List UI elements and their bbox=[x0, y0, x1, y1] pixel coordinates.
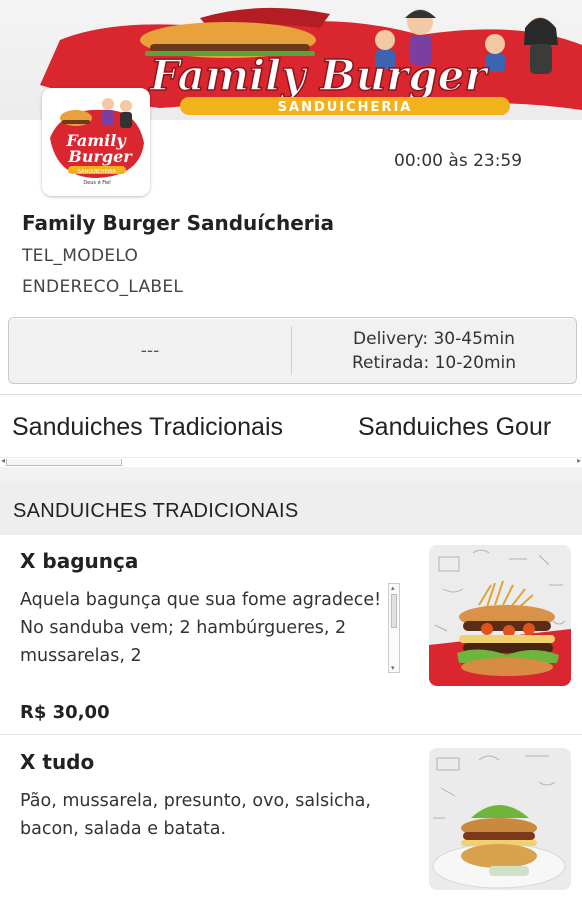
section-header: SANDUICHES TRADICIONAIS bbox=[0, 481, 582, 535]
product-description: Pão, mussarela, presunto, ovo, salsicha,… bbox=[20, 791, 371, 839]
category-tabs: Sanduiches Tradicionais Sanduiches Gour bbox=[0, 394, 582, 466]
tab-sanduiches-gourmet[interactable]: Sanduiches Gour bbox=[358, 413, 551, 442]
product-card[interactable]: X tudo Pão, mussarela, presunto, ovo, sa… bbox=[0, 736, 582, 900]
scrollbar-thumb[interactable] bbox=[6, 459, 122, 466]
store-logo: Family Burger SANDUICHERIA Deus é Fiel bbox=[42, 88, 150, 196]
scroll-right-arrow-icon[interactable]: ▸ bbox=[577, 456, 581, 465]
svg-text:Burger: Burger bbox=[67, 147, 133, 166]
description-scrollbar[interactable]: ▴ ▾ bbox=[388, 583, 400, 673]
product-card[interactable]: X bagunça Aquela bagunça que sua fome ag… bbox=[0, 535, 582, 735]
scroll-down-arrow-icon[interactable]: ▾ bbox=[391, 664, 395, 672]
delivery-time: Delivery: 30-45min bbox=[353, 328, 515, 349]
product-image[interactable] bbox=[429, 748, 571, 890]
scroll-left-arrow-icon[interactable]: ◂ bbox=[1, 456, 5, 465]
section-title: SANDUICHES TRADICIONAIS bbox=[13, 500, 299, 522]
scrollbar-thumb[interactable] bbox=[391, 594, 397, 628]
section-spacer bbox=[0, 467, 582, 481]
delivery-times: Delivery: 30-45min Retirada: 10-20min bbox=[292, 318, 576, 383]
info-left-value: --- bbox=[9, 326, 292, 375]
svg-text:Deus é Fiel: Deus é Fiel bbox=[83, 179, 110, 186]
store-name: Family Burger Sanduícheria bbox=[22, 211, 335, 235]
product-name: X bagunça bbox=[20, 549, 139, 573]
tabs-horizontal-scrollbar[interactable]: ◂ ▸ bbox=[0, 456, 582, 467]
svg-text:SANDUICHERIA: SANDUICHERIA bbox=[78, 169, 117, 175]
store-phone[interactable]: TEL_MODELO bbox=[22, 246, 138, 266]
delivery-info-box: --- Delivery: 30-45min Retirada: 10-20mi… bbox=[8, 317, 577, 384]
opening-hours: 00:00 às 23:59 bbox=[394, 151, 523, 171]
tab-sanduiches-tradicionais[interactable]: Sanduiches Tradicionais bbox=[12, 413, 283, 442]
product-description: Aquela bagunça que sua fome agradece! No… bbox=[20, 590, 382, 666]
product-price: R$ 30,00 bbox=[20, 702, 110, 723]
scroll-up-arrow-icon[interactable]: ▴ bbox=[391, 584, 395, 592]
product-image[interactable] bbox=[429, 545, 571, 686]
product-name: X tudo bbox=[20, 750, 95, 774]
banner-logo-text: Family Burger bbox=[149, 51, 489, 100]
store-address[interactable]: ENDERECO_LABEL bbox=[22, 277, 183, 297]
pickup-time: Retirada: 10-20min bbox=[351, 352, 517, 373]
banner-subtitle: SANDUICHERIA bbox=[278, 100, 413, 115]
